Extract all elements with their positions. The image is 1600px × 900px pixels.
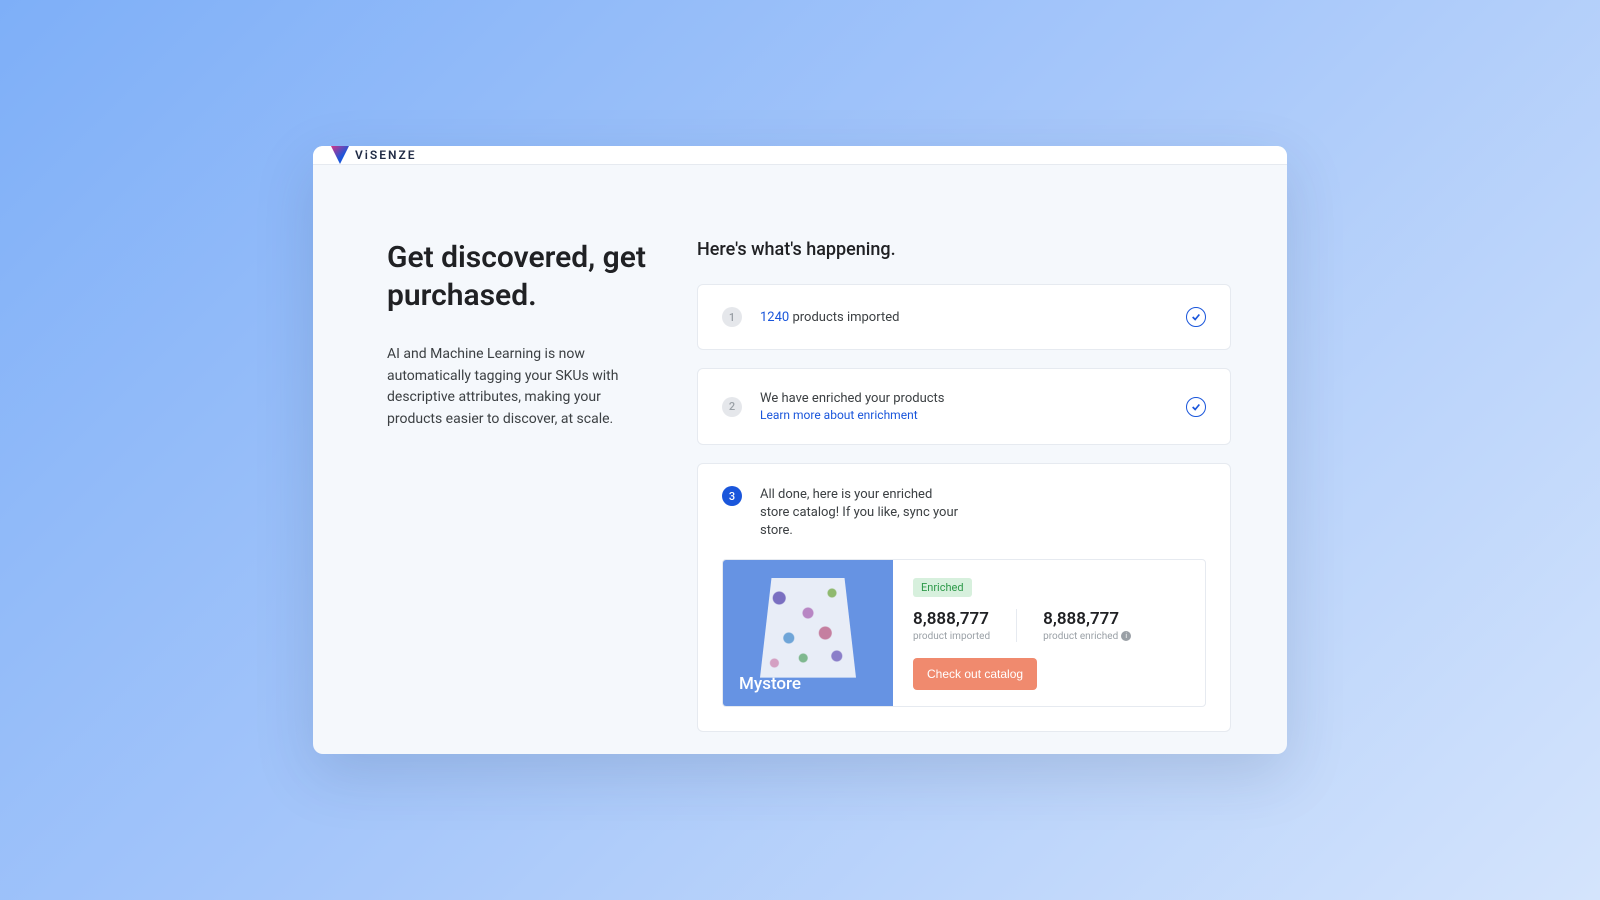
app-window: ViSENZE Get discovered, get purchased. A… [313, 146, 1287, 754]
main-body: Get discovered, get purchased. AI and Ma… [313, 165, 1287, 754]
step-text: All done, here is your enriched store ca… [760, 486, 960, 541]
imported-count: 1240 [760, 310, 789, 325]
store-thumbnail: Mystore [723, 560, 893, 706]
logo-mark-icon [331, 146, 349, 164]
info-icon[interactable]: i [1121, 631, 1131, 641]
check-circle-icon [1186, 307, 1206, 327]
step-card-2: 2 We have enriched your products Learn m… [697, 368, 1231, 445]
brand-logo[interactable]: ViSENZE [331, 146, 417, 164]
store-info: Enriched 8,888,777 product imported 8,88… [893, 560, 1205, 706]
step-text: 1240 products imported [760, 310, 1168, 325]
step-text: We have enriched your products Learn mor… [760, 391, 1168, 422]
top-bar: ViSENZE [313, 146, 1287, 165]
store-card: Mystore Enriched 8,888,777 product impor… [722, 559, 1206, 707]
brand-name: ViSENZE [355, 148, 417, 162]
step-number-badge: 1 [722, 307, 742, 327]
activity-heading: Here's what's happening. [697, 239, 1231, 260]
status-badge: Enriched [913, 578, 972, 597]
learn-more-link[interactable]: Learn more about enrichment [760, 408, 1168, 422]
stat-value: 8,888,777 [1043, 609, 1131, 629]
hero-description: AI and Machine Learning is now automatic… [387, 344, 657, 431]
step-card-3: 3 All done, here is your enriched store … [697, 463, 1231, 732]
step-number-badge: 2 [722, 397, 742, 417]
store-stats: 8,888,777 product imported 8,888,777 pro… [913, 609, 1185, 642]
stat-label: product imported [913, 631, 990, 642]
product-illustration-icon [760, 578, 856, 678]
stat-label: product enriched i [1043, 631, 1131, 642]
check-out-catalog-button[interactable]: Check out catalog [913, 658, 1037, 690]
stat-imported: 8,888,777 product imported [913, 609, 990, 642]
stat-value: 8,888,777 [913, 609, 990, 629]
hero-panel: Get discovered, get purchased. AI and Ma… [387, 239, 657, 732]
hero-title: Get discovered, get purchased. [387, 239, 657, 314]
imported-suffix: products imported [789, 310, 899, 325]
stat-enriched: 8,888,777 product enriched i [1016, 609, 1131, 642]
check-circle-icon [1186, 397, 1206, 417]
step-card-1: 1 1240 products imported [697, 284, 1231, 350]
enriched-text: We have enriched your products [760, 391, 945, 406]
step-number-badge: 3 [722, 486, 742, 506]
activity-panel: Here's what's happening. 1 1240 products… [697, 239, 1231, 732]
